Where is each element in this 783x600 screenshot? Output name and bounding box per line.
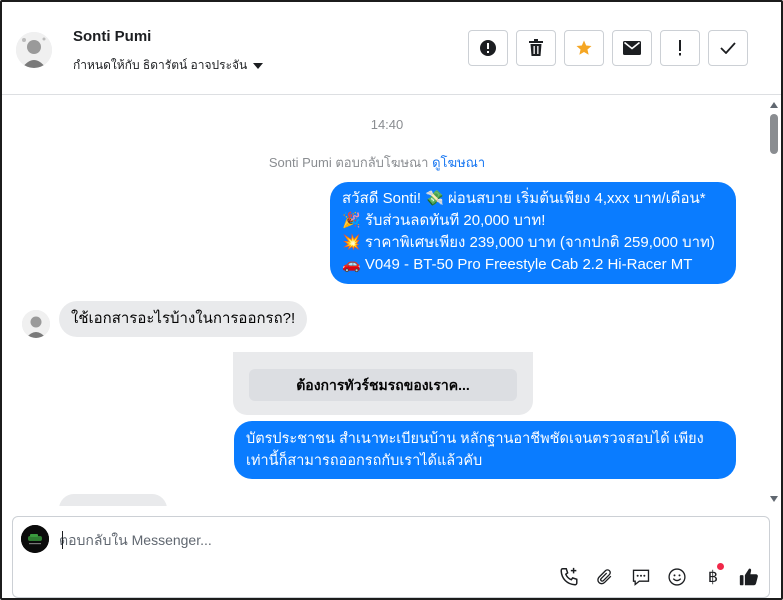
chevron-down-icon [253,62,264,69]
baht-icon: ฿ [707,563,725,587]
message-line: บัตรประชาชน สำเนาทะเบียนบ้าน หลักฐานอาชี… [246,431,704,447]
like-button[interactable] [735,565,763,589]
mark-done-button[interactable] [708,30,748,66]
message-timestamp: 14:40 [370,117,404,132]
incoming-message-partial[interactable] [59,494,167,506]
message-text: ใช้เอกสารอะไรบ้างในการออกรถ?! [71,310,296,327]
payment-button[interactable]: ฿ [699,563,727,589]
attach-button[interactable] [591,565,619,589]
message-line: สวัสดี Sonti! 💸 ผ่อนสบาย เริ่มต้นเพียง 4… [342,190,706,207]
paperclip-icon [597,569,612,585]
assignee-dropdown[interactable]: กำหนดให้กับ ธิดารัตน์ อาจประจัน [73,56,264,75]
message-line: เท่านี้ก็สามารถออกรถกับเราได้แล้วคับ [246,453,483,469]
scroll-up-arrow-icon[interactable] [770,102,778,108]
chat-bubble-icon [632,569,650,586]
saved-replies-button[interactable] [627,565,655,589]
thumbs-up-icon [739,568,758,586]
mark-unread-button[interactable] [612,30,652,66]
text-cursor [62,531,63,549]
delete-button[interactable] [516,30,556,66]
composer-tools: ฿ [555,563,763,589]
emoji-button[interactable] [663,565,691,589]
message-thread[interactable]: 14:40 Sonti Pumi ตอบกลับโฆษณา ดูโฆษณา สว… [2,96,781,506]
trash-icon [529,39,543,56]
reply-input[interactable] [59,529,739,551]
assignee-label: กำหนดให้กับ ธิดารัตน์ อาจประจัน [73,58,248,72]
envelope-icon [623,41,641,55]
message-line: 🎉 รับส่วนลดทันที 20,000 บาท! [342,212,546,229]
phone-plus-icon [560,567,578,586]
call-button[interactable] [555,565,583,589]
contact-avatar-small [22,310,50,338]
message-line: 🚗 V049 - BT-50 Pro Freestyle Cab 2.2 Hi-… [342,256,693,273]
quick-reply-card: ต้องการทัวร์ชมรถของเราค... [233,352,533,415]
view-ad-link[interactable]: ดูโฆษณา [432,155,485,170]
emoji-icon [668,568,686,586]
scroll-down-arrow-icon[interactable] [770,496,778,502]
follow-up-button[interactable] [660,30,700,66]
baht-symbol: ฿ [707,569,719,586]
contact-name[interactable]: Sonti Pumi [73,28,151,45]
check-icon [720,42,736,54]
spam-icon [480,40,496,56]
outgoing-message[interactable]: บัตรประชาชน สำเนาทะเบียนบ้าน หลักฐานอาชี… [234,421,736,479]
message-line: 💥 ราคาพิเศษเพียง 239,000 บาท (จากปกติ 25… [342,234,715,251]
scroll-thumb[interactable] [770,114,778,154]
quick-reply-button[interactable]: ต้องการทัวร์ชมรถของเราค... [249,369,517,401]
star-button[interactable] [564,30,604,66]
conversation-actions [468,30,748,66]
message-composer: ฿ [12,516,770,598]
page-avatar [21,525,49,553]
inbox-conversation-window: Sonti Pumi กำหนดให้กับ ธิดารัตน์ อาจประจ… [0,0,783,600]
incoming-message[interactable]: ใช้เอกสารอะไรบ้างในการออกรถ?! [59,301,308,337]
spam-button[interactable] [468,30,508,66]
reply-note-text: Sonti Pumi ตอบกลับโฆษณา [268,155,429,170]
scrollbar[interactable] [767,96,781,506]
exclamation-icon [679,40,681,56]
outgoing-message[interactable]: สวัสดี Sonti! 💸 ผ่อนสบาย เริ่มต้นเพียง 4… [330,182,736,284]
star-icon [576,40,592,55]
conversation-header: Sonti Pumi กำหนดให้กับ ธิดารัตน์ อาจประจ… [2,2,781,95]
ad-reply-note: Sonti Pumi ตอบกลับโฆษณา ดูโฆษณา [2,152,752,173]
notification-dot [717,563,725,570]
contact-avatar[interactable] [16,32,52,68]
